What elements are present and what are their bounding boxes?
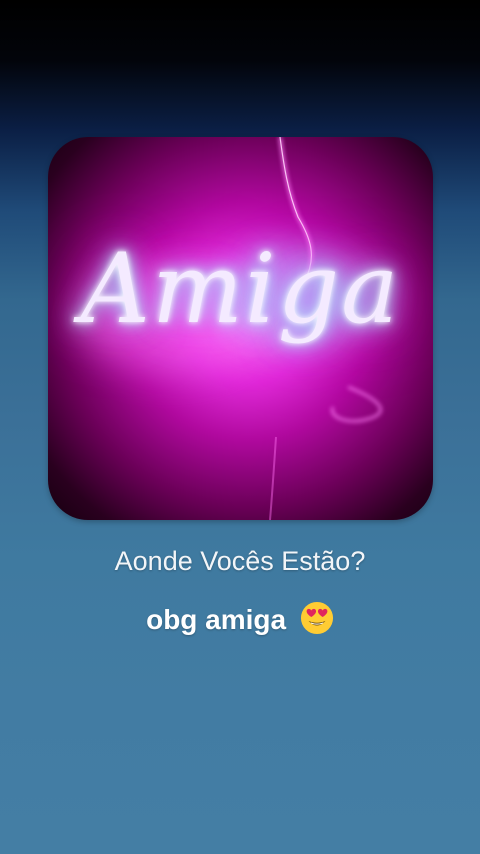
neon-amiga-text: Amiga (80, 233, 401, 345)
caption-label: obg amiga (146, 604, 287, 635)
screen: { "cover": { "text": "Amiga", "icon": "n… (0, 0, 480, 854)
subtitle-text: Aonde Vocês Estão? (114, 546, 366, 576)
cover-image[interactable]: Amiga (48, 137, 433, 520)
heart-eyes-emoji-icon (300, 601, 333, 635)
caption-text: obg amiga (0, 601, 480, 636)
